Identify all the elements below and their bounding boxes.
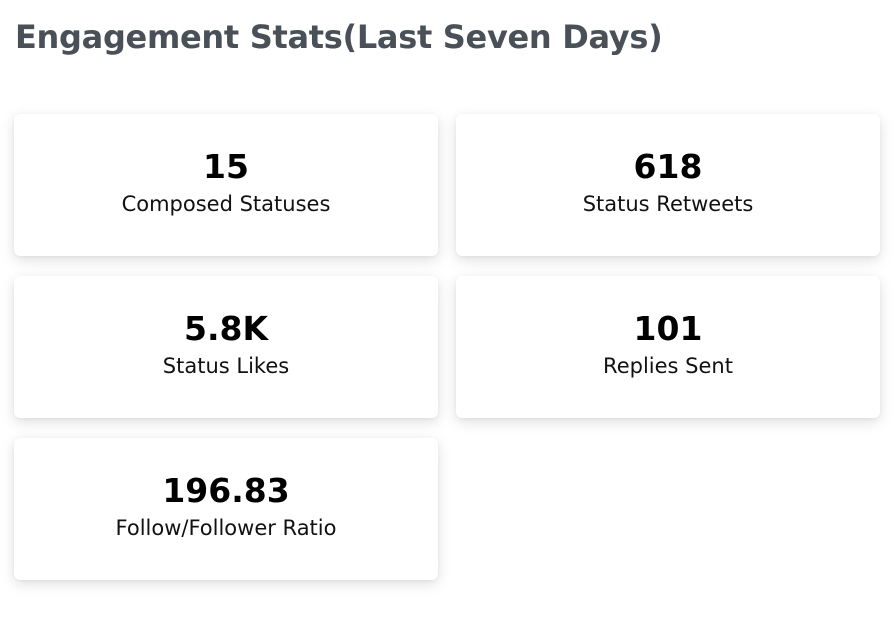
stat-label: Composed Statuses (121, 192, 331, 216)
stats-grid: 15 Composed Statuses 618 Status Retweets… (14, 114, 880, 580)
stat-value: 15 (203, 147, 249, 186)
stat-card-status-retweets: 618 Status Retweets (456, 114, 880, 256)
page-title: Engagement Stats(Last Seven Days) (15, 18, 663, 56)
stat-label: Replies Sent (603, 354, 733, 378)
stat-label: Status Likes (162, 354, 290, 378)
stat-value: 618 (633, 147, 703, 186)
stat-value: 196.83 (162, 471, 290, 510)
stat-card-follow-follower-ratio: 196.83 Follow/Follower Ratio (14, 438, 438, 580)
stat-card-composed-statuses: 15 Composed Statuses (14, 114, 438, 256)
stat-label: Status Retweets (582, 192, 754, 216)
stat-value: 5.8K (183, 309, 269, 348)
stat-card-status-likes: 5.8K Status Likes (14, 276, 438, 418)
stat-label: Follow/Follower Ratio (115, 516, 337, 540)
stat-card-replies-sent: 101 Replies Sent (456, 276, 880, 418)
stat-value: 101 (633, 309, 703, 348)
